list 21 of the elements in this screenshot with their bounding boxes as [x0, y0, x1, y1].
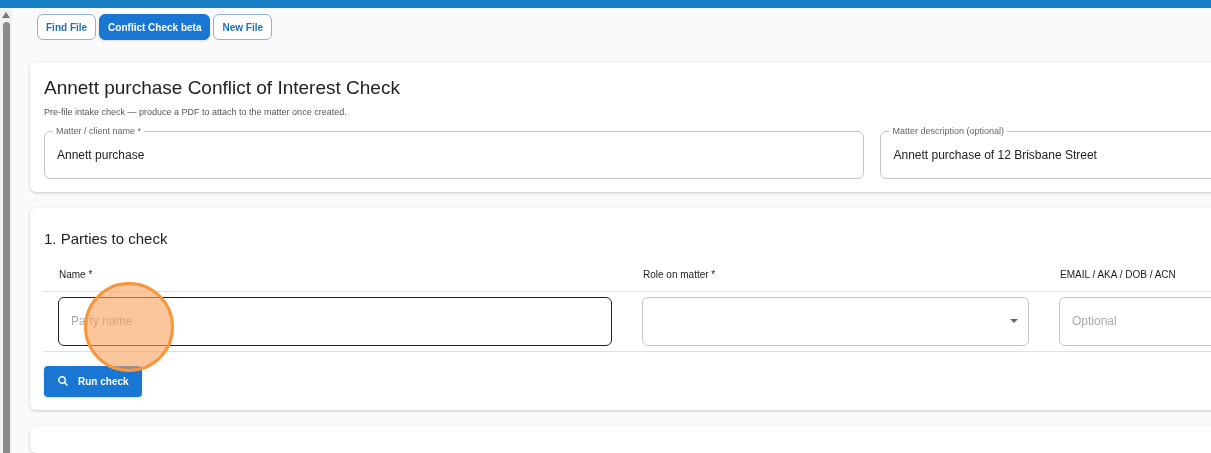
field-value: Annett purchase of 12 Brisbane Street — [893, 146, 1097, 164]
scroll-up-icon[interactable] — [2, 12, 10, 18]
field-value: Annett purchase — [57, 146, 145, 164]
nav-tab[interactable]: Find File — [37, 14, 97, 40]
input-field[interactable]: Optional — [1059, 296, 1211, 346]
field-label: Matter description (optional) — [889, 124, 1007, 137]
select-field[interactable] — [642, 296, 1029, 346]
field-label: Matter / client name * — [53, 124, 145, 137]
page-title: Annett purchase Conflict of Interest Check — [44, 76, 401, 100]
nav-tab[interactable]: New File — [213, 14, 273, 40]
column-header: Role on matter * — [642, 267, 717, 282]
nav-tab[interactable]: Conflict Check beta — [99, 14, 211, 40]
scrollbar[interactable] — [0, 8, 12, 453]
column-header: Name * — [58, 267, 94, 282]
column-header: EMAIL / AKA / DOB / ACN — [1059, 267, 1177, 282]
subtitle: Pre-file intake check — produce a PDF to attach to the matter once created. — [44, 106, 348, 119]
dropdown-caret-icon — [1010, 319, 1018, 323]
search-icon — [57, 375, 69, 387]
section-heading: 1. Parties to check — [44, 228, 169, 249]
run-check-button[interactable]: Run check — [44, 365, 142, 397]
scroll-thumb[interactable] — [2, 22, 10, 453]
